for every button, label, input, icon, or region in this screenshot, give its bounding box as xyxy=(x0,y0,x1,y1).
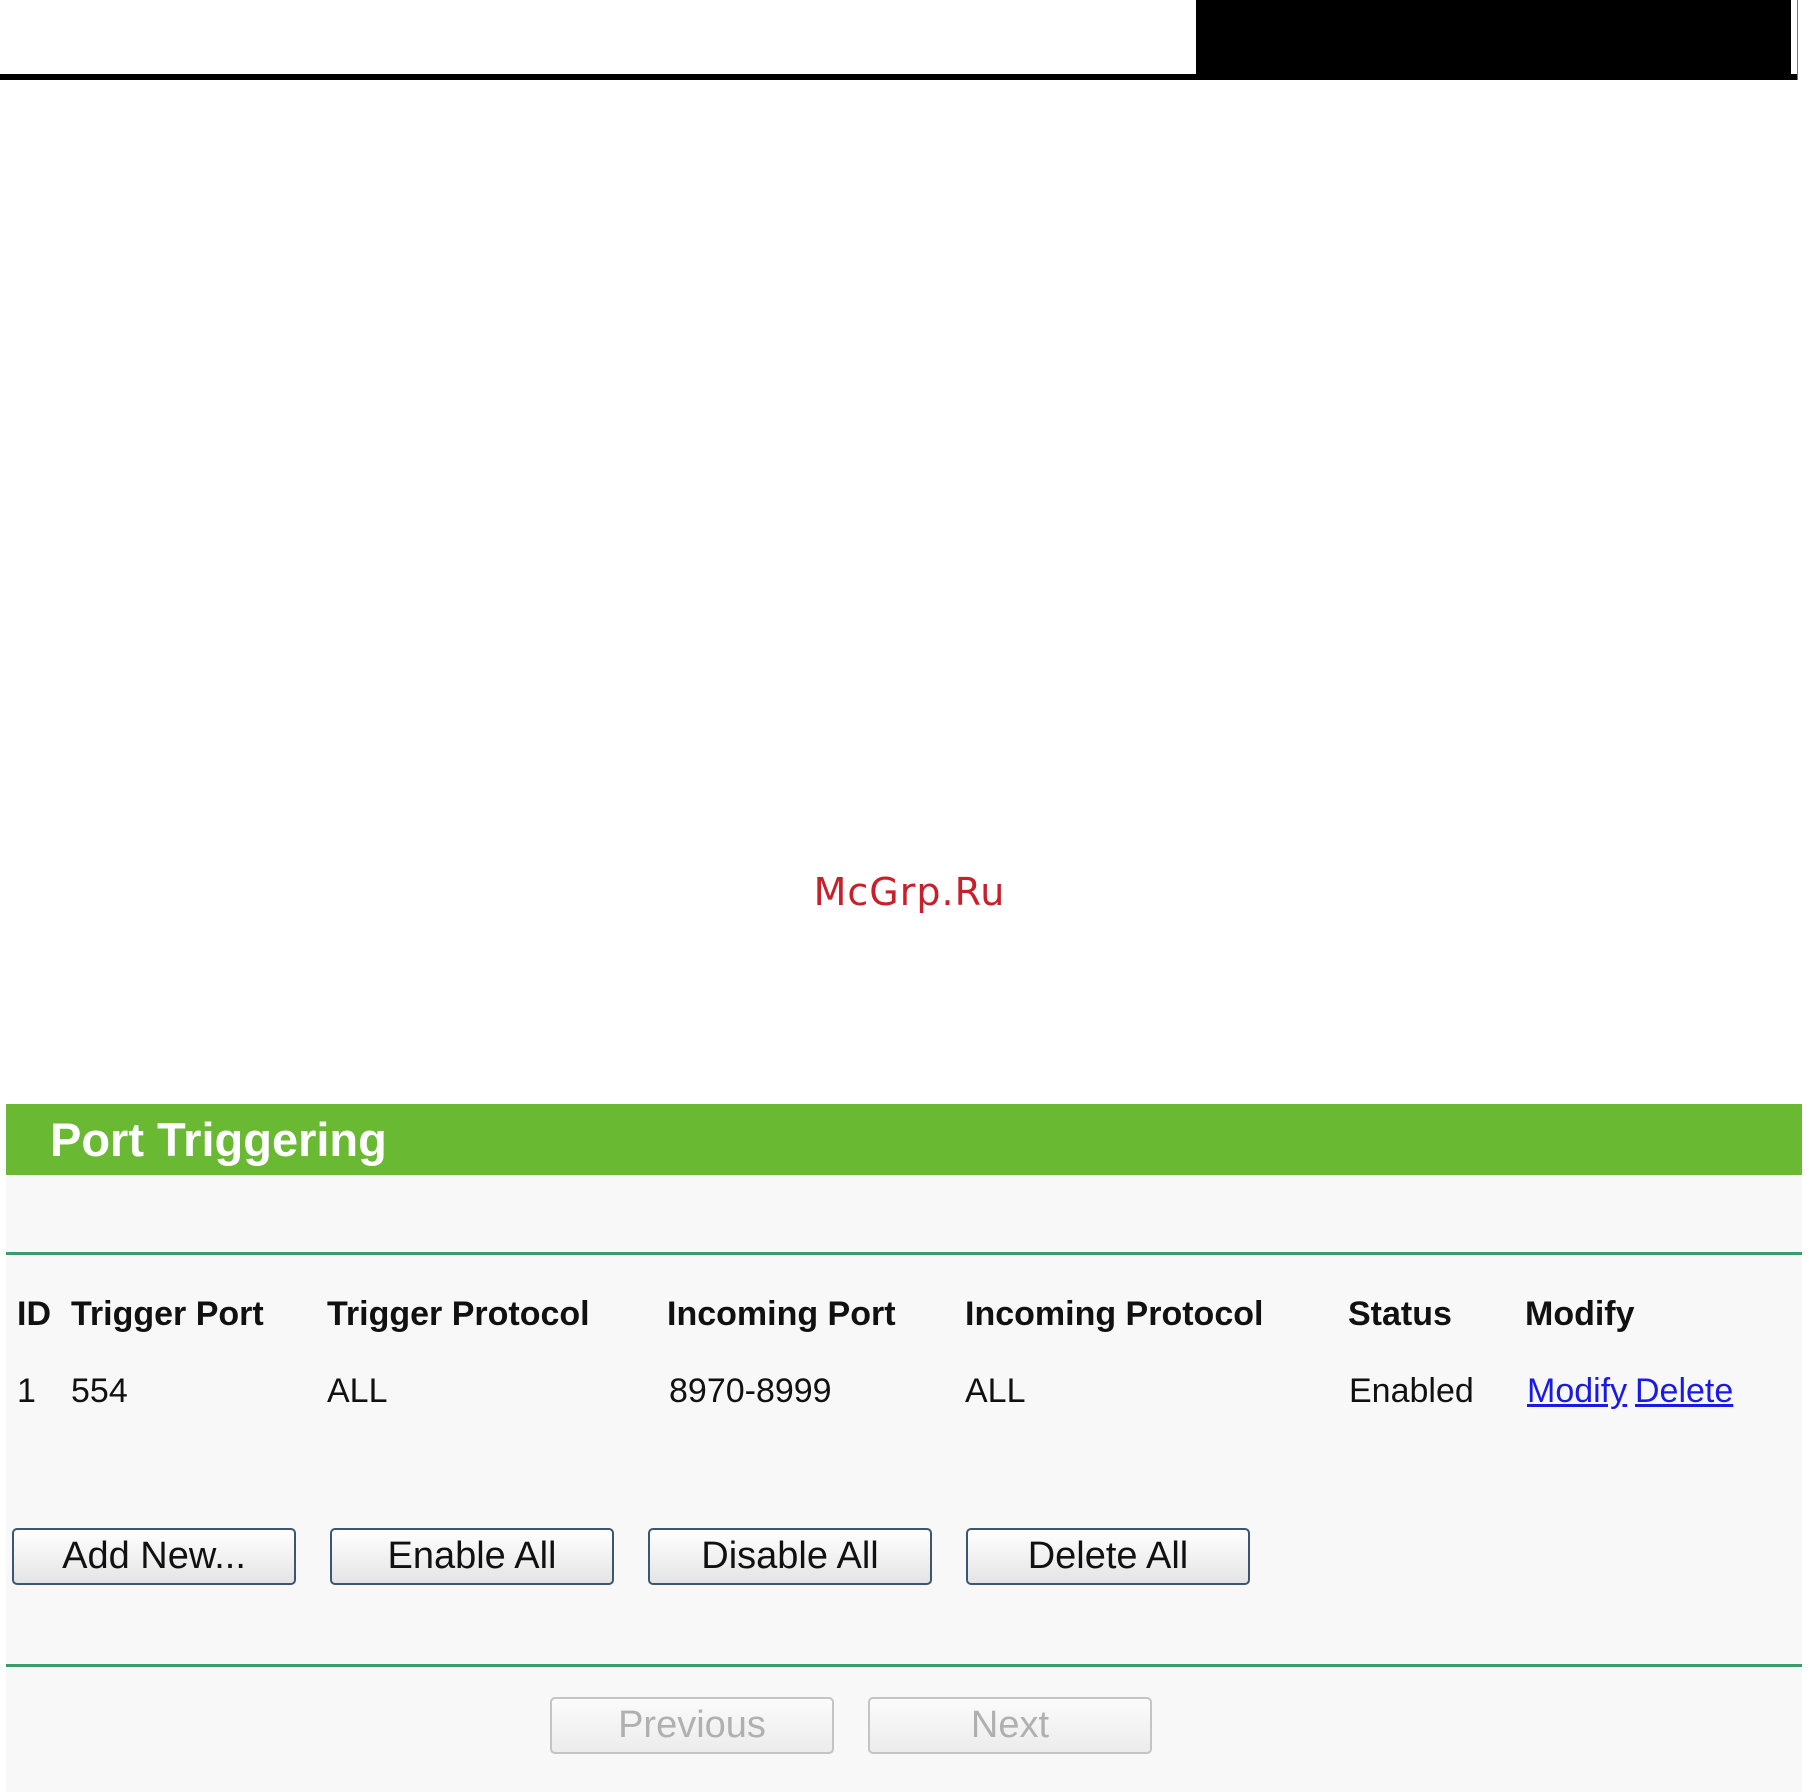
top-right-edge xyxy=(1797,0,1819,80)
add-new-button[interactable]: Add New... xyxy=(12,1528,296,1585)
row-id: 1 xyxy=(17,1372,36,1410)
row-incoming-protocol: ALL xyxy=(965,1372,1026,1410)
row-trigger-protocol: ALL xyxy=(327,1372,388,1410)
col-header-incoming-port: Incoming Port xyxy=(667,1295,896,1333)
row-trigger-port: 554 xyxy=(71,1372,128,1410)
modify-link[interactable]: Modify xyxy=(1527,1372,1627,1411)
divider-top xyxy=(6,1252,1802,1255)
next-button[interactable]: Next xyxy=(868,1697,1152,1754)
port-triggering-panel: Port Triggering xyxy=(6,1104,1802,1792)
watermark-text: McGrp.Ru xyxy=(813,870,1006,914)
col-header-id: ID xyxy=(17,1295,51,1333)
col-header-trigger-port: Trigger Port xyxy=(71,1295,264,1333)
enable-all-button[interactable]: Enable All xyxy=(330,1528,614,1585)
row-status: Enabled xyxy=(1349,1372,1474,1410)
delete-link[interactable]: Delete xyxy=(1635,1372,1733,1411)
previous-button[interactable]: Previous xyxy=(550,1697,834,1754)
col-header-trigger-protocol: Trigger Protocol xyxy=(327,1295,590,1333)
top-black-block xyxy=(1196,0,1791,80)
col-header-modify: Modify xyxy=(1525,1295,1635,1333)
divider-bottom xyxy=(6,1664,1802,1667)
col-header-status: Status xyxy=(1348,1295,1452,1333)
delete-all-button[interactable]: Delete All xyxy=(966,1528,1250,1585)
panel-title: Port Triggering xyxy=(6,1104,1802,1175)
row-incoming-port: 8970-8999 xyxy=(669,1372,832,1410)
disable-all-button[interactable]: Disable All xyxy=(648,1528,932,1585)
col-header-incoming-protocol: Incoming Protocol xyxy=(965,1295,1264,1333)
